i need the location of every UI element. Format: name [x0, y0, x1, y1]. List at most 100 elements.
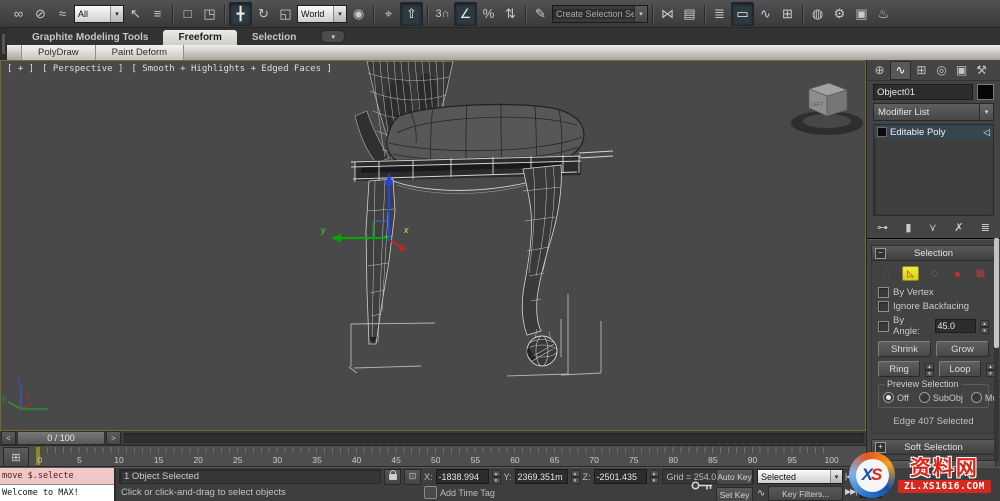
select-and-scale-icon[interactable]: ◱	[275, 3, 296, 25]
select-and-move-icon[interactable]: ╋	[229, 2, 252, 26]
select-and-link-icon[interactable]: ∞	[8, 3, 29, 25]
dropdown-arrow-icon[interactable]	[333, 6, 346, 22]
viewcube[interactable]: LEFT	[791, 83, 863, 135]
dropdown-arrow-icon[interactable]	[110, 6, 123, 22]
time-slider-track[interactable]	[124, 433, 864, 443]
use-pivot-point-center-icon[interactable]: ◉	[348, 3, 369, 25]
ring-button[interactable]: Ring	[878, 361, 920, 377]
unlink-selection-icon[interactable]: ⊘	[30, 3, 51, 25]
select-and-manipulate-icon[interactable]: ⌖	[378, 3, 399, 25]
graphite-ribbon-toggle-icon[interactable]: ▭	[731, 2, 754, 26]
perspective-viewport[interactable]: [ + ] [ Perspective ] [ Smooth + Highlig…	[0, 60, 866, 431]
by-angle-spinner[interactable]	[980, 320, 989, 333]
add-time-tag[interactable]: Add Time Tag	[424, 486, 512, 499]
set-key-button[interactable]: Set Key	[716, 487, 753, 501]
panel-scrollbar-handle[interactable]	[994, 238, 999, 348]
edge-subobject-icon[interactable]: ◺	[902, 266, 919, 281]
keyboard-shortcut-override-icon[interactable]: ⇧	[400, 2, 423, 26]
set-keys-button[interactable]	[690, 472, 714, 498]
default-tangent-icon[interactable]: ∿	[757, 488, 765, 499]
panel-scrollbar[interactable]	[994, 238, 999, 462]
mirror-icon[interactable]: ⋈	[657, 3, 678, 25]
ring-spinner[interactable]	[925, 363, 934, 376]
preview-multi-radio[interactable]	[971, 392, 982, 403]
modifier-stack[interactable]: Editable Poly ◁	[873, 124, 994, 216]
rectangular-selection-region-icon[interactable]: □	[177, 3, 198, 25]
polygon-subobject-icon[interactable]: ■	[950, 267, 965, 280]
absolute-offset-toggle-button[interactable]: ⊡	[404, 469, 421, 485]
viewport-pov-menu[interactable]: [ Perspective ]	[42, 64, 123, 74]
named-selection-set-dropdown[interactable]: Create Selection Se	[552, 5, 648, 23]
ribbon-tab-freeform[interactable]: Freeform	[163, 30, 236, 45]
ribbon-minimize-icon[interactable]: ▾	[321, 30, 345, 43]
object-name-field[interactable]: Object01	[873, 84, 973, 100]
modify-tab-icon[interactable]: ∿	[890, 61, 911, 80]
ribbon-tab-graphite-modeling-tools[interactable]: Graphite Modeling Tools	[17, 30, 163, 45]
z-spinner[interactable]	[650, 470, 659, 483]
dropdown-arrow-icon[interactable]	[830, 470, 842, 483]
bind-to-space-warp-icon[interactable]: ≈	[52, 3, 73, 25]
dropdown-arrow-icon[interactable]	[979, 104, 993, 120]
select-and-rotate-icon[interactable]: ↻	[253, 3, 274, 25]
spinner-snap-toggle-icon[interactable]: ⇅	[500, 3, 521, 25]
maxscript-mini-listener[interactable]: move $.selecte Welcome to MAX!	[0, 468, 116, 501]
key-filters-button[interactable]: Key Filters...	[768, 486, 843, 501]
ignore-backfacing-checkbox[interactable]	[878, 301, 889, 312]
make-unique-icon[interactable]: ⋎	[929, 221, 937, 234]
ribbon-tab-selection[interactable]: Selection	[237, 30, 311, 45]
selection-rollout-header[interactable]: − Selection	[871, 245, 996, 261]
utilities-tab-icon[interactable]: ⚒	[972, 62, 991, 79]
ribbon-subtab-paint-deform[interactable]: Paint Deform	[96, 45, 184, 60]
shrink-button[interactable]: Shrink	[878, 341, 931, 357]
edit-named-selection-sets-icon[interactable]: ✎	[530, 3, 551, 25]
previous-frame-button[interactable]: <	[1, 431, 16, 445]
listener-macro-line[interactable]: move $.selecte	[0, 468, 114, 485]
y-coordinate-field[interactable]: 2369.351m	[515, 469, 568, 484]
x-coordinate-field[interactable]: -1838.994	[436, 469, 489, 484]
modifier-list-dropdown[interactable]: Modifier List	[873, 103, 994, 121]
render-production-icon[interactable]: ♨	[873, 3, 894, 25]
viewport-shading-menu[interactable]: [ Smooth + Highlights + Edged Faces ]	[131, 64, 331, 74]
x-spinner[interactable]	[492, 470, 501, 483]
element-subobject-icon[interactable]: ▦	[973, 267, 988, 280]
percent-snap-toggle-icon[interactable]: %	[478, 3, 499, 25]
by-angle-field[interactable]: 45.0	[935, 319, 977, 333]
y-spinner[interactable]	[571, 470, 580, 483]
rendered-frame-window-icon[interactable]: ▣	[851, 3, 872, 25]
window-crossing-icon[interactable]: ◳	[199, 3, 220, 25]
stack-item-editable-poly[interactable]: Editable Poly ◁	[874, 125, 993, 139]
selection-lock-button[interactable]	[384, 469, 401, 485]
border-subobject-icon[interactable]: ◇	[927, 267, 942, 280]
remove-modifier-icon[interactable]: ✗	[954, 221, 963, 234]
pin-stack-icon[interactable]: ⊶	[877, 221, 888, 234]
configure-modifier-sets-icon[interactable]: ≣	[981, 221, 990, 234]
angle-snap-toggle-icon[interactable]: ∠	[454, 2, 477, 26]
time-slider-handle[interactable]: 0 / 100	[17, 431, 105, 445]
listener-output-line[interactable]: Welcome to MAX!	[0, 485, 114, 501]
stack-expand-box[interactable]	[877, 127, 887, 137]
viewcube-face-label[interactable]: LEFT	[811, 102, 823, 108]
manage-layers-icon[interactable]: ≣	[709, 3, 730, 25]
key-mode-dropdown[interactable]: Selected	[757, 469, 843, 484]
track-bar[interactable]: ⊞ 05101520253035404550556065707580859095…	[0, 446, 866, 467]
curve-editor-icon[interactable]: ∿	[755, 3, 776, 25]
select-object-icon[interactable]: ↖	[125, 3, 146, 25]
render-setup-icon[interactable]: ⚙	[829, 3, 850, 25]
preview-subobj-radio[interactable]	[919, 392, 930, 403]
preview-off-radio[interactable]	[883, 392, 894, 403]
object-color-swatch[interactable]	[977, 84, 994, 100]
auto-key-button[interactable]: Auto Key	[716, 469, 753, 485]
by-angle-checkbox[interactable]	[878, 321, 889, 332]
dropdown-arrow-icon[interactable]	[634, 6, 647, 22]
reference-coordinate-dropdown[interactable]: World	[297, 5, 347, 23]
ribbon-subtab-polydraw[interactable]: PolyDraw	[21, 45, 96, 60]
by-vertex-checkbox[interactable]	[878, 287, 889, 298]
vertex-subobject-icon[interactable]: ∴	[879, 267, 894, 280]
schematic-view-icon[interactable]: ⊞	[777, 3, 798, 25]
grow-button[interactable]: Grow	[936, 341, 989, 357]
z-coordinate-field[interactable]: -2501.435	[594, 469, 647, 484]
selection-filter-dropdown[interactable]: All	[74, 5, 124, 23]
material-editor-icon[interactable]: ◍	[807, 3, 828, 25]
motion-tab-icon[interactable]: ◎	[932, 62, 951, 79]
move-gizmo[interactable]: x y	[320, 173, 409, 251]
